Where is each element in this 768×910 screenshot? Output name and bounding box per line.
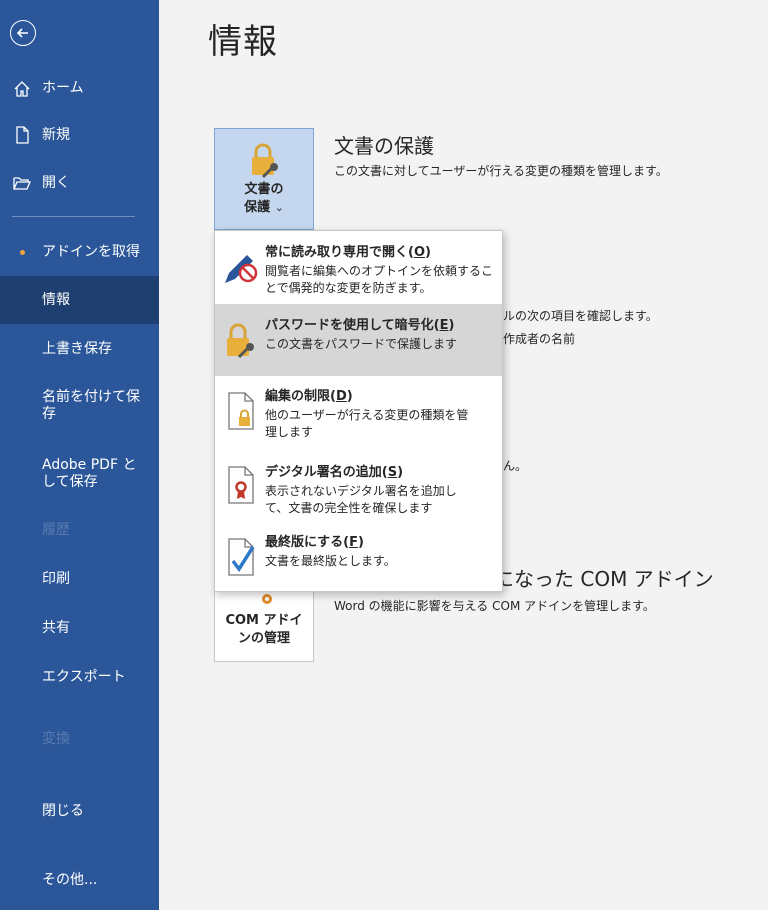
nav-save-as-adobe-pdf-label: Adobe PDF として保存 <box>42 457 137 490</box>
home-icon <box>14 81 30 97</box>
menu-item-title: パスワードを使用して暗号化(E) <box>265 314 454 333</box>
protect-button-line2-text: 保護 <box>244 200 271 215</box>
nav-open-label: 開く <box>42 175 70 191</box>
nav-transform: 変換 <box>0 731 159 748</box>
com-addins-heading: になった COM アドイン <box>494 567 714 591</box>
back-arrow-icon <box>16 28 28 38</box>
new-document-icon <box>16 126 29 144</box>
inspect-partial-text: ルの次の項目を確認します。 <box>503 309 658 323</box>
lock-key-icon <box>252 143 278 179</box>
menu-access-key: D <box>335 389 347 404</box>
nav-info[interactable]: 情報 <box>0 276 159 324</box>
nav-save-as-label: 名前を付けて保存 <box>42 389 140 422</box>
nav-history-label: 履歴 <box>42 522 70 538</box>
protect-button-line1: 文書の <box>244 182 284 197</box>
back-button[interactable] <box>10 20 36 46</box>
menu-title-end: ) <box>357 535 364 550</box>
nav-share-label: 共有 <box>42 620 70 636</box>
document-lock-icon <box>228 392 254 430</box>
nav-close-label: 閉じる <box>42 803 84 819</box>
nav-save-as-adobe-pdf[interactable]: Adobe PDF として保存 <box>0 457 150 491</box>
gear-icon <box>262 594 272 604</box>
nav-close[interactable]: 閉じる <box>0 803 159 820</box>
menu-item-description: 閲覧者に編集へのオプトインを依頼することで偶発的な変更を防ぎます。 <box>265 264 494 295</box>
protect-button-label: 文書の 保護 ⌄ <box>215 181 313 217</box>
menu-item-title: 常に読み取り専用で開く(O) <box>265 241 431 260</box>
nav-new[interactable]: 新規 <box>0 126 159 144</box>
menu-title-end: ) <box>346 389 353 404</box>
menu-item-title: 編集の制限(D) <box>265 385 353 404</box>
menu-item-title: 最終版にする(F) <box>265 531 364 550</box>
menu-title-text: デジタル署名の追加( <box>265 465 388 480</box>
menu-item-restrict-editing[interactable]: 編集の制限(D) 他のユーザーが行える変更の種類を管理します <box>215 377 502 453</box>
chevron-down-icon: ⌄ <box>274 201 284 214</box>
menu-item-add-digital-signature[interactable]: デジタル署名の追加(S) 表示されないデジタル署名を追加して、文書の完全性を確保… <box>215 453 502 525</box>
com-button-line1: COM アドイ <box>225 613 303 628</box>
nav-info-label: 情報 <box>42 291 70 308</box>
nav-save-label: 上書き保存 <box>42 341 112 357</box>
nav-save[interactable]: 上書き保存 <box>0 341 159 358</box>
menu-title-text: 編集の制限( <box>265 389 336 404</box>
protect-document-button[interactable]: 文書の 保護 ⌄ <box>214 128 314 230</box>
protect-document-menu: 常に読み取り専用で開く(O) 閲覧者に編集へのオプトインを依頼することで偶発的な… <box>214 230 503 592</box>
nav-more[interactable]: その他... <box>0 872 159 889</box>
menu-access-key: F <box>349 535 358 550</box>
document-check-icon <box>228 538 255 576</box>
nav-home-label: ホーム <box>42 80 84 96</box>
sidebar-separator <box>12 216 135 217</box>
folder-open-icon <box>13 177 31 190</box>
menu-item-description: この文書をパスワードで保護します <box>265 337 458 351</box>
nav-home[interactable]: ホーム <box>0 80 159 97</box>
nav-print[interactable]: 印刷 <box>0 571 159 588</box>
author-partial-text: 作成者の名前 <box>503 332 576 346</box>
nav-get-addins[interactable]: アドインを取得 <box>0 244 159 261</box>
menu-title-text: 常に読み取り専用で開く( <box>265 245 414 260</box>
document-ribbon-icon <box>228 466 254 504</box>
manage-com-addins-button[interactable]: COM アドイ ンの管理 <box>214 585 314 662</box>
pencil-no-edit-icon <box>225 255 258 283</box>
protect-section-heading: 文書の保護 <box>334 134 434 158</box>
menu-item-encrypt-with-password[interactable]: パスワードを使用して暗号化(E) この文書をパスワードで保護します <box>215 304 502 376</box>
protect-button-line2: 保護 ⌄ <box>215 199 313 217</box>
nav-export-label: エクスポート <box>42 669 126 685</box>
nav-print-label: 印刷 <box>42 571 70 587</box>
nav-share[interactable]: 共有 <box>0 620 159 637</box>
menu-title-text: 最終版にする( <box>265 535 350 550</box>
menu-item-always-read-only[interactable]: 常に読み取り専用で開く(O) 閲覧者に編集へのオプトインを依頼することで偶発的な… <box>215 231 502 303</box>
backstage-sidebar: ホーム 新規 開く アドインを取得 情報 上書き保存 名前を付けて保存 Adob… <box>0 0 159 910</box>
nav-export[interactable]: エクスポート <box>0 669 159 686</box>
menu-item-description: 表示されないデジタル署名を追加して、文書の完全性を確保します <box>265 484 457 515</box>
com-button-line2: ンの管理 <box>237 631 290 646</box>
nav-transform-label: 変換 <box>42 731 70 747</box>
com-button-label: COM アドイ ンの管理 <box>215 612 313 648</box>
menu-access-key: S <box>387 465 398 480</box>
menu-access-key: O <box>413 245 426 260</box>
menu-title-end: ) <box>448 318 455 333</box>
new-indicator-dot <box>20 250 25 255</box>
menu-item-description: 他のユーザーが行える変更の種類を管理します <box>265 408 469 439</box>
menu-item-title: デジタル署名の追加(S) <box>265 461 403 480</box>
nav-new-label: 新規 <box>42 127 70 143</box>
menu-title-end: ) <box>425 245 431 260</box>
nav-history: 履歴 <box>0 522 159 539</box>
lock-key-icon <box>227 323 254 359</box>
menu-title-end: ) <box>397 465 404 480</box>
menu-item-description: 文書を最終版とします。 <box>265 554 396 568</box>
com-addins-description: Word の機能に影響を与える COM アドインを管理します。 <box>334 599 655 613</box>
menu-item-mark-as-final[interactable]: 最終版にする(F) 文書を最終版とします。 <box>215 525 502 591</box>
nav-open[interactable]: 開く <box>0 175 159 192</box>
protect-section-description: この文書に対してユーザーが行える変更の種類を管理します。 <box>334 164 668 178</box>
nav-more-label: その他... <box>42 872 98 888</box>
nav-save-as[interactable]: 名前を付けて保存 <box>0 389 150 423</box>
versions-partial-text: ん。 <box>503 459 528 473</box>
nav-get-addins-label: アドインを取得 <box>42 244 140 260</box>
menu-title-text: パスワードを使用して暗号化( <box>265 318 440 333</box>
page-title: 情報 <box>208 22 278 62</box>
